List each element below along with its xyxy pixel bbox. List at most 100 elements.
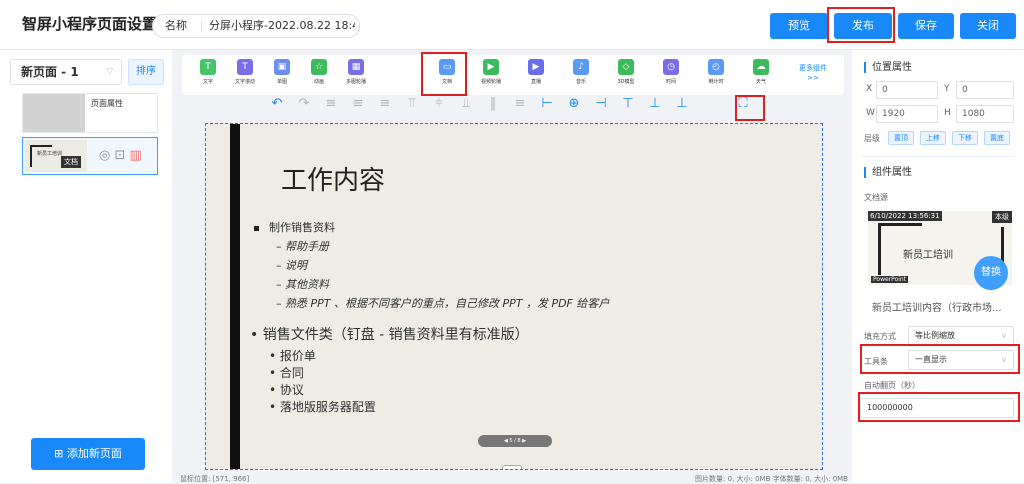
undo-icon[interactable]: ↶ <box>268 96 286 111</box>
w-input[interactable]: 1920 <box>876 105 938 123</box>
component-toolbar: T 文字 T 文字滚动 ▣ 单图 ☆ 动画 ▦ 多图轮播 ▭ 文档 ▶ 视频轮播 ▶ 直播 ♪ 音… <box>182 55 844 95</box>
slide-bar <box>230 124 240 469</box>
tool-3d[interactable]: ◇ 3D模型 <box>610 58 642 85</box>
mini-title: 新员工培训 <box>37 151 63 157</box>
page-select[interactable]: 新页面 - 1 ▽ <box>10 59 122 85</box>
bottom-edge-icon[interactable]: ⊥ <box>673 96 691 111</box>
distribute-h-icon[interactable]: ‖ <box>484 96 502 111</box>
close-button[interactable]: 关闭 <box>960 13 1016 39</box>
publish-button[interactable]: 发布 <box>834 13 892 39</box>
y-input[interactable]: 0 <box>956 81 1014 99</box>
fullscreen-icon[interactable]: ⛶ <box>734 96 752 111</box>
sort-button[interactable]: 排序 <box>128 59 164 85</box>
lock-icon[interactable]: ⊡ <box>114 148 125 163</box>
fill-select[interactable]: 等比例缩放 ∨ <box>908 326 1014 346</box>
left-panel: 新页面 - 1 ▽ 排序 页面属性 新员工培训 文档 ◎ ⊡ ▥ ⊞ 添加新页面 <box>0 50 172 483</box>
tool-text[interactable]: T 文字 <box>192 58 224 85</box>
name-separator <box>201 21 202 32</box>
image-icon: ▣ <box>274 59 290 75</box>
tool-document[interactable]: ▭ 文档 <box>431 58 463 85</box>
tool-countdown[interactable]: ◴ 倒计时 <box>700 58 732 85</box>
align-left-icon[interactable]: ≡ <box>322 96 340 111</box>
live-icon: ▶ <box>528 59 544 75</box>
tool-video[interactable]: ▶ 视频轮播 <box>475 58 507 85</box>
v-center-icon[interactable]: ⊥ <box>646 96 664 111</box>
slide-sub-item: – 熟悉 PPT 、根据不同客户的重点，自己修改 PPT ，发 PDF 给客户 <box>276 297 610 310</box>
header: 智屏小程序页面设置 名称 分屏小程序-2022.08.22 18:4 预览 发布… <box>0 0 1024 50</box>
h-input[interactable]: 1080 <box>956 105 1014 123</box>
toolbar-select[interactable]: 一直显示 ∨ <box>908 350 1014 370</box>
add-page-button[interactable]: ⊞ 添加新页面 <box>31 438 145 470</box>
move-up-button[interactable]: 上移 <box>920 131 946 145</box>
slide-navigator[interactable]: ◀ 5 / 8 ▶ <box>478 435 552 447</box>
redo-icon[interactable]: ↷ <box>295 96 313 111</box>
align-center-icon[interactable]: ≡ <box>349 96 367 111</box>
more-components-link[interactable]: 更多组件>> <box>794 63 832 83</box>
preview-button[interactable]: 预览 <box>770 13 828 39</box>
slide-title: 工作内容 <box>281 166 386 196</box>
file-name: 新员工培训内容（行政市场... <box>872 303 1002 314</box>
slide-page-number: 5 / 8 <box>509 438 521 444</box>
align-middle-icon[interactable]: ⫩ <box>430 96 448 111</box>
h-label: H <box>944 108 951 118</box>
tool-image[interactable]: ▣ 单图 <box>266 58 298 85</box>
x-input[interactable]: 0 <box>876 81 938 99</box>
toolbar-label: 工具条 <box>864 357 888 366</box>
tool-weather[interactable]: ☁ 天气 <box>745 58 777 85</box>
slide-sub-item: – 其他资料 <box>276 278 329 291</box>
tool-live[interactable]: ▶ 直播 <box>520 58 552 85</box>
tool-carousel[interactable]: ▦ 多图轮播 <box>340 58 372 85</box>
name-field[interactable]: 名称 分屏小程序-2022.08.22 18:4 <box>152 14 360 38</box>
fill-label: 填充方式 <box>864 332 896 341</box>
doc-component-thumb[interactable]: 新员工培训 文档 ◎ ⊡ ▥ <box>22 137 158 175</box>
top-edge-icon[interactable]: ⊤ <box>619 96 637 111</box>
trash-icon[interactable]: ▥ <box>130 148 142 163</box>
preview-date: 6/10/2022 13:56:31 <box>868 211 942 221</box>
page-attr-thumb[interactable]: 页面属性 <box>22 93 158 133</box>
weather-icon: ☁ <box>753 59 769 75</box>
slide-sub-item: – 帮助手册 <box>276 240 329 253</box>
autopage-input[interactable]: 100000000 <box>860 398 1014 418</box>
eye-icon[interactable]: ◎ <box>99 148 110 163</box>
tool-time[interactable]: ◷ 时间 <box>655 58 687 85</box>
chevron-down-icon: ∨ <box>1001 331 1007 340</box>
tool-label: 时间 <box>665 79 676 85</box>
tool-scroll-text[interactable]: T 文字滚动 <box>229 58 261 85</box>
align-right-icon[interactable]: ≡ <box>376 96 394 111</box>
slide-canvas[interactable]: 工作内容 制作销售资料 – 帮助手册 – 说明 – 其他资料 – 熟悉 PPT … <box>205 123 823 470</box>
fill-select-value: 等比例缩放 <box>915 331 955 340</box>
tool-label: 文档 <box>441 79 452 85</box>
tool-label: 音乐 <box>575 79 586 85</box>
tool-music[interactable]: ♪ 音乐 <box>565 58 597 85</box>
preview-app: PowerPoint <box>871 276 909 283</box>
align-top-icon[interactable]: ⫪ <box>403 96 421 111</box>
properties-panel: 位置属性 X 0 Y 0 W 1920 H 1080 层级 置顶 上移 下移 置… <box>852 50 1024 483</box>
right-edge-icon[interactable]: ⊣ <box>592 96 610 111</box>
left-edge-icon[interactable]: ⊢ <box>538 96 556 111</box>
resize-handle[interactable] <box>502 465 522 469</box>
bring-to-top-button[interactable]: 置顶 <box>888 131 914 145</box>
slide-item: • 落地版服务器配置 <box>269 400 376 414</box>
mini-bar-h <box>30 145 52 147</box>
x-label: X <box>866 84 873 94</box>
page-title: 智屏小程序页面设置 <box>22 15 158 33</box>
replace-button[interactable]: 替换 <box>974 256 1008 290</box>
save-button[interactable]: 保存 <box>898 13 954 39</box>
name-input[interactable]: 分屏小程序-2022.08.22 18:4 <box>209 15 355 37</box>
move-down-button[interactable]: 下移 <box>952 131 978 145</box>
toolbar-select-value: 一直显示 <box>915 355 947 364</box>
align-toolbar: ↶ ↷ ≡ ≡ ≡ ⫪ ⫩ ⫫ ‖ ≡ ⊢ ⊕ ⊣ ⊤ ⊥ ⊥ ⛶ <box>172 92 852 118</box>
w-label: W <box>866 108 875 118</box>
h-center-icon[interactable]: ⊕ <box>565 96 583 111</box>
distribute-v-icon[interactable]: ≡ <box>511 96 529 111</box>
tool-animation[interactable]: ☆ 动画 <box>303 58 335 85</box>
square-bullet-icon <box>254 225 259 231</box>
tool-label: 多图轮播 <box>345 79 366 85</box>
preview-title: 新员工培训 <box>903 250 953 261</box>
send-to-bottom-button[interactable]: 置底 <box>984 131 1010 145</box>
slide-item: • 协议 <box>269 383 304 397</box>
slide-bullet2: • 销售文件类（钉盘 - 销售资料里有标准版） <box>250 327 529 343</box>
mini-bar-v <box>30 145 32 167</box>
align-bottom-icon[interactable]: ⫫ <box>457 96 475 111</box>
next-icon[interactable]: ▶ <box>521 438 526 444</box>
